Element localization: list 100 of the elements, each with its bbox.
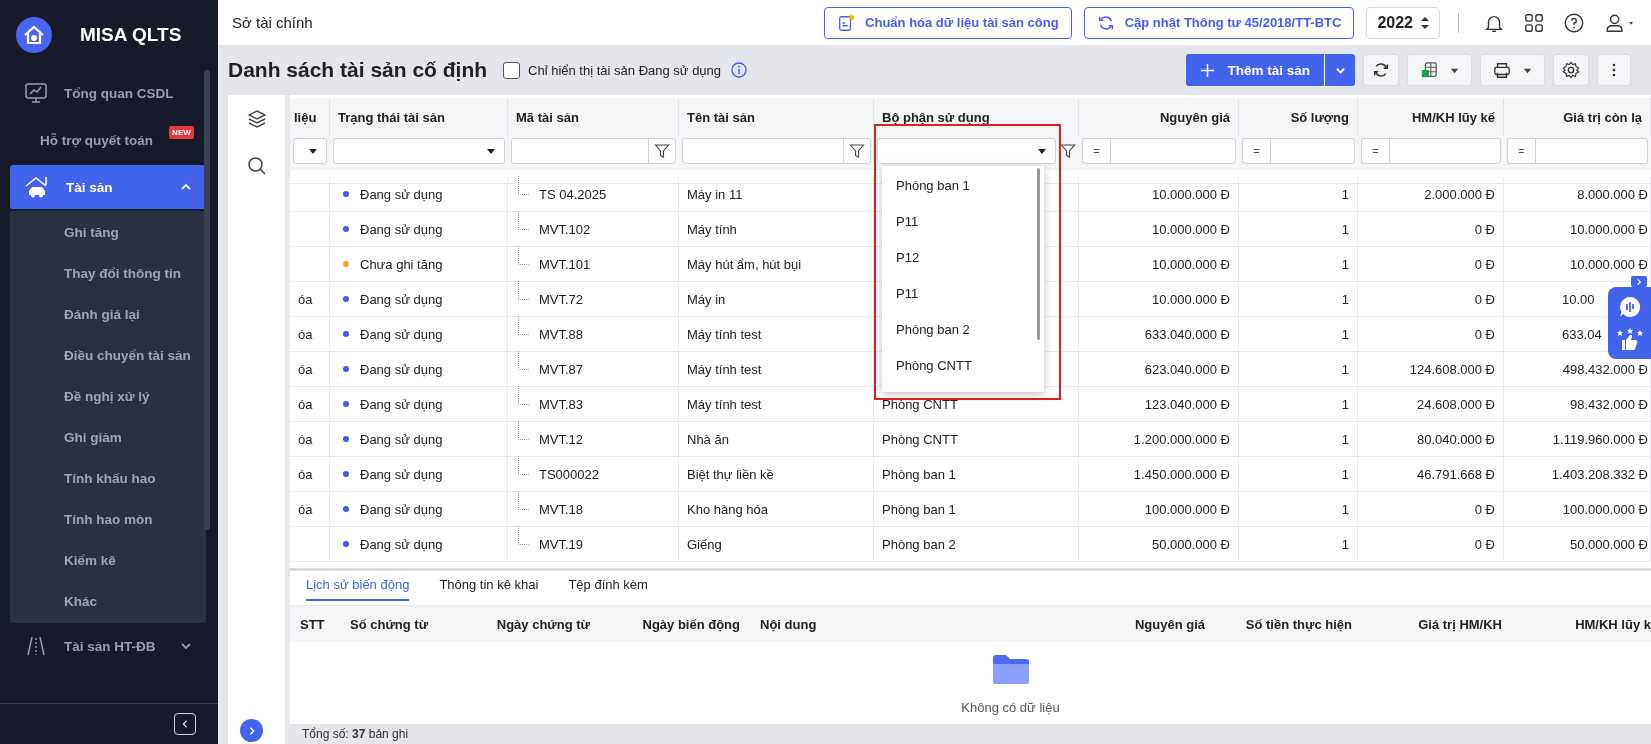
table-cell: MVT.18 [539, 501, 584, 517]
collapse-tab[interactable] [1631, 276, 1647, 287]
nav-item[interactable]: Tài sản HT-ĐB [10, 624, 206, 668]
dropdown-option[interactable]: P12 [882, 239, 1044, 275]
filter-input[interactable] [1389, 138, 1501, 164]
column-header[interactable]: liệu [290, 98, 330, 136]
tree-connector [518, 315, 529, 335]
settings-button[interactable] [1553, 54, 1589, 86]
status-text: Đang sử dụng [360, 186, 443, 202]
scrollbar[interactable] [1037, 168, 1040, 340]
column-header[interactable]: Số chứng từ [340, 606, 470, 642]
operator-button[interactable]: = [1242, 138, 1270, 164]
search-icon[interactable] [246, 156, 267, 176]
excel-button[interactable] [1407, 54, 1472, 86]
column-header[interactable]: Số lượng [1239, 98, 1358, 136]
column-header[interactable]: Ngày chứng từ [470, 606, 600, 642]
dropdown-option[interactable]: Phòng ban 1 [882, 167, 1044, 203]
operator-button[interactable]: = [1082, 138, 1110, 164]
table-cell: 10.000.000 Đ [1079, 177, 1239, 212]
table-cell: 1 [1239, 352, 1358, 387]
column-header[interactable]: Nguyên giá [1079, 98, 1239, 136]
nav-item[interactable]: Hỗ trợ quyết toán NEW [10, 118, 206, 162]
filter-input[interactable] [682, 138, 871, 164]
header-button[interactable]: Cập nhật Thông tư 45/2018/TT-BTC [1083, 6, 1355, 39]
submenu-item[interactable]: Ghi giảm [10, 417, 206, 458]
thumbs-up-icon[interactable] [1616, 327, 1643, 351]
submenu-item[interactable]: Điều chuyển tài sản [10, 335, 206, 376]
nav-item[interactable]: Tài sản [10, 165, 206, 209]
table-cell: 0 Đ [1358, 527, 1504, 562]
submenu-item[interactable]: Tính hao mòn [10, 499, 206, 540]
submenu-item[interactable]: Khác [10, 581, 206, 622]
page-title: Danh sách tài sản cố định [228, 58, 488, 82]
dropdown-button[interactable] [1324, 54, 1355, 86]
filter-input[interactable] [1270, 138, 1355, 164]
print-button[interactable] [1480, 54, 1545, 86]
expand-button[interactable] [240, 719, 263, 742]
layers-icon[interactable] [246, 109, 267, 129]
status-text: Chưa ghi tăng [360, 256, 443, 272]
table-cell: MVT.83 [539, 396, 584, 412]
info-icon[interactable] [731, 62, 748, 78]
tab[interactable]: Thông tin kê khai [439, 577, 539, 601]
header-button[interactable]: Chuẩn hóa dữ liệu tài sản công [824, 6, 1072, 39]
status-text: Đang sử dụng [360, 466, 443, 482]
column-header[interactable]: Tên tài sản [679, 98, 874, 136]
tab[interactable]: Tệp đính kèm [568, 577, 648, 601]
table-cell: 10.000.000 Đ [1079, 212, 1239, 247]
column-header[interactable]: Bộ phận sử dụng [874, 98, 1079, 136]
scrollbar[interactable] [204, 70, 210, 530]
column-header[interactable]: Nội dung [750, 606, 1065, 642]
column-header[interactable]: Mã tài sản [508, 98, 679, 136]
column-header[interactable]: HM/KH lũy k [1512, 606, 1651, 642]
column-header[interactable]: Ngày biến động [600, 606, 750, 642]
chat-icon[interactable] [1617, 295, 1642, 319]
dropdown-option[interactable]: Phòng CNTT [882, 347, 1044, 383]
submenu-item[interactable]: Thay đổi thông tin [10, 253, 206, 294]
table-cell: 46.791.668 Đ [1358, 457, 1504, 492]
add-asset-button[interactable]: Thêm tài sản [1186, 54, 1324, 86]
filter-select[interactable] [293, 138, 327, 164]
checkbox[interactable] [503, 61, 521, 79]
table-cell: 98.432.000 Đ [1504, 387, 1651, 422]
column-header[interactable]: STT [290, 606, 340, 642]
column-header[interactable]: Số tiền thực hiện [1215, 606, 1362, 642]
operator-button[interactable]: = [1361, 138, 1389, 164]
table-cell: 123.040.000 Đ [1079, 387, 1239, 422]
dropdown-option[interactable]: Phòng ban 2 [882, 311, 1044, 347]
refresh-button[interactable] [1363, 54, 1399, 86]
column-header[interactable]: Trạng thái tài sản [330, 98, 508, 136]
year-spinner[interactable]: 2022 [1366, 6, 1440, 39]
submenu-item[interactable]: Kiểm kê [10, 540, 206, 581]
column-header[interactable]: HM/KH lũy kế [1358, 98, 1504, 136]
filter-input[interactable] [1535, 138, 1648, 164]
column-header[interactable]: Giá trị HM/KH [1362, 606, 1512, 642]
record-count: Tổng số: 37 bản ghi [302, 727, 409, 741]
dropdown-option[interactable]: P11 [882, 203, 1044, 239]
nav-item[interactable]: Tổng quan CSDL [10, 71, 206, 115]
operator-button[interactable]: = [1507, 138, 1535, 164]
tree-connector [518, 420, 529, 440]
submenu-item[interactable]: Ghi tăng [10, 212, 206, 253]
apps-grid-icon[interactable] [1523, 11, 1545, 34]
table-cell: óa [290, 457, 330, 492]
submenu-item[interactable]: Đề nghị xử lý [10, 376, 206, 417]
table-cell: Máy hút ẩm, hút bụi [679, 247, 874, 282]
column-header[interactable]: Giá trị còn lạ [1504, 98, 1651, 136]
dropdown-option[interactable]: P11 [882, 275, 1044, 311]
organization-name: Sở tài chính [232, 14, 313, 31]
filter-input[interactable] [1110, 138, 1236, 164]
submenu-item[interactable]: Tính khấu hao [10, 458, 206, 499]
collapse-button[interactable] [174, 713, 196, 735]
column-header[interactable]: Nguyên giá [1065, 606, 1215, 642]
tree-connector [518, 350, 529, 370]
help-icon[interactable] [1563, 11, 1585, 34]
filter-icon[interactable] [1060, 143, 1076, 159]
caret-icon [308, 146, 318, 156]
caret-icon [1037, 146, 1047, 156]
filter-input[interactable] [511, 138, 676, 164]
empty-message: Không có dữ liệu [961, 700, 1060, 715]
submenu-item[interactable]: Đánh giá lại [10, 294, 206, 335]
table-cell: 1 [1239, 527, 1358, 562]
table-cell: 100.000.000 Đ [1504, 492, 1651, 527]
tab[interactable]: Lịch sử biến động [306, 577, 410, 601]
